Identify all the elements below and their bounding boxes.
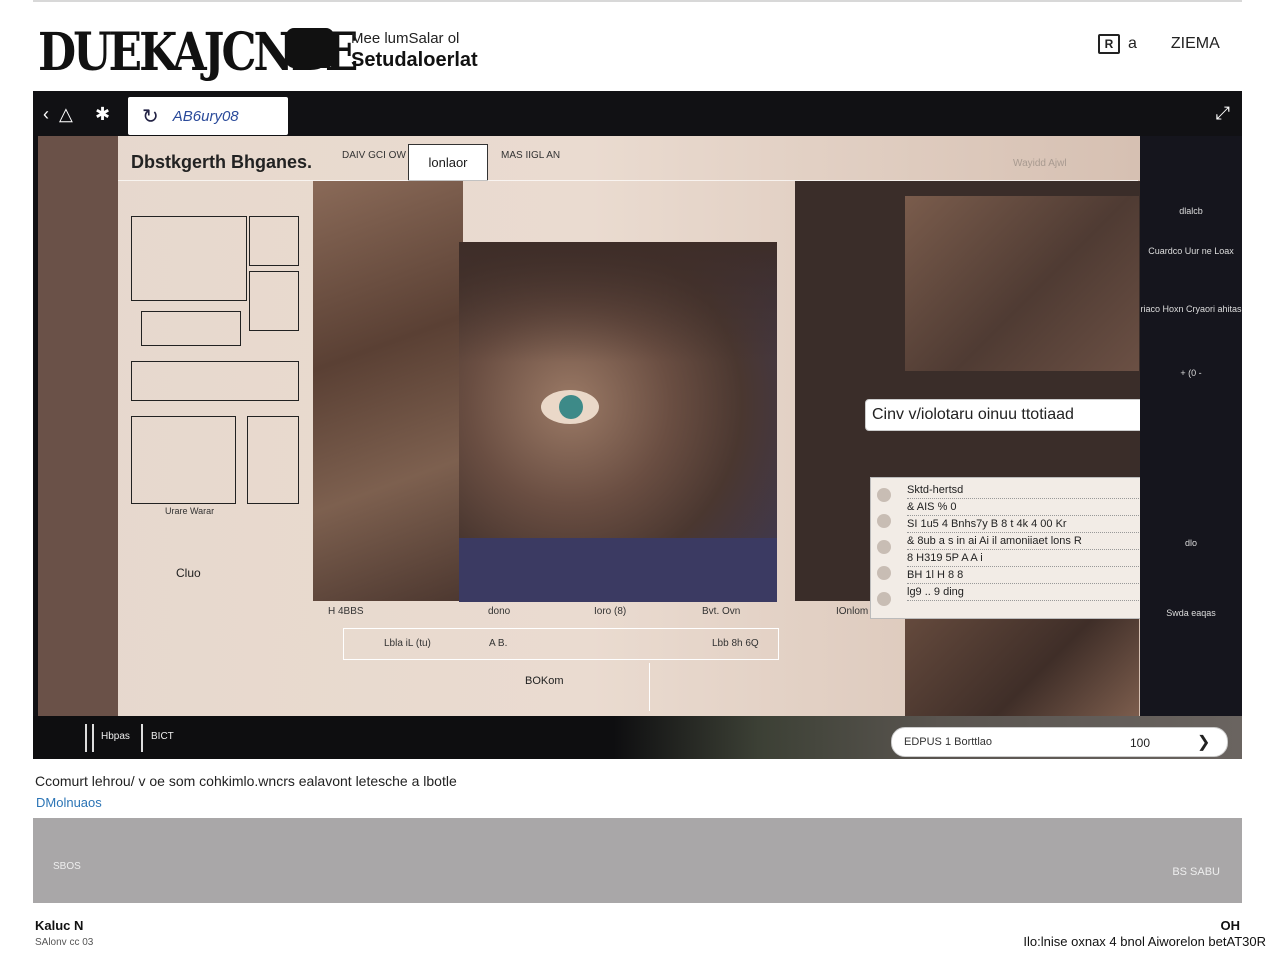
mini-toolbar: Lbla iL (tu) A B. Lbb 8h 6Q	[343, 628, 779, 660]
bottom-label[interactable]: BICT	[151, 731, 174, 742]
artwork-iris	[559, 395, 583, 419]
footer-right-text: Ilo:lnise oxnax 4 bnol Aiworelon betAT30…	[1023, 934, 1266, 949]
back-icon[interactable]: ‹	[43, 104, 49, 124]
sheet-cell	[249, 271, 299, 331]
note-card: Sktd-hertsd & AIS % 0 SI 1u5 4 Bnhs7y B …	[870, 477, 1145, 619]
sheet-cell	[131, 216, 247, 301]
site-title: Setudaloerlat	[351, 49, 478, 71]
artwork-thumb-top[interactable]	[905, 196, 1139, 371]
settings-icon[interactable]: ✱	[95, 104, 110, 124]
note-line: & 8ub a s in ai Ai il amoniiaet lons R	[907, 533, 1143, 550]
panel-label: Bvt. Ovn	[702, 606, 741, 617]
right-rail-item[interactable]: dlalcb	[1140, 206, 1242, 217]
ad-band: SBOS BS SABU	[33, 818, 1242, 903]
canvas-tab-active[interactable]: lonlaor	[408, 144, 488, 181]
panel-label: Ioro (8)	[594, 606, 627, 617]
right-rail-item[interactable]: + (0 -	[1140, 368, 1242, 379]
right-rail-item[interactable]: dlo	[1140, 538, 1242, 549]
zoom-row: BOKom	[343, 663, 650, 711]
search-text[interactable]: AB6ury08	[173, 108, 239, 125]
page-counter[interactable]: EDPUS 1 Borttlao 100 ❯	[891, 727, 1228, 757]
divider	[85, 724, 87, 752]
artwork-shirt	[459, 538, 777, 602]
right-rail-item[interactable]: riaco Hoxn Cryaori ahitas	[1140, 304, 1242, 315]
note-line: 8 H319 5P A A i	[907, 550, 1143, 567]
right-rail-item[interactable]: Cuardco Uur ne Loax	[1140, 246, 1242, 257]
caption-link[interactable]: DMolnuaos	[36, 795, 102, 810]
panel-label: H 4BBS	[328, 606, 364, 617]
page: DUEKAJCNBE Mee lumSalar ol Setudaloerlat…	[0, 0, 1280, 960]
right-rail-item[interactable]: Swda eaqas	[1140, 608, 1242, 619]
artwork-hair	[459, 242, 777, 362]
canvas-tab-right[interactable]: MAS IIGL AN	[501, 150, 560, 161]
account-label[interactable]: ZIEMA	[1171, 35, 1220, 53]
brand-logo[interactable]: DUEKAJCNBE	[38, 14, 358, 84]
sheet-cell	[249, 216, 299, 266]
account-area: R a ZIEMA	[1098, 34, 1220, 54]
top-divider	[33, 0, 1242, 2]
note-line: lg9 .. 9 ding	[907, 584, 1143, 601]
sheet-cell	[131, 416, 236, 504]
left-label: Cluo	[176, 566, 201, 580]
footer-right-title: OH	[1220, 918, 1241, 933]
divider	[92, 724, 94, 752]
footer-title: Kaluc N	[35, 918, 84, 933]
user-icon[interactable]: R	[1098, 34, 1120, 54]
note-line: & AIS % 0	[907, 499, 1143, 516]
note-lines: Sktd-hertsd & AIS % 0 SI 1u5 4 Bnhs7y B …	[907, 482, 1143, 601]
chevron-right-icon[interactable]: ❯	[1197, 732, 1210, 752]
note-bullets	[877, 488, 895, 618]
canvas-faint-label: Wayidd Ajwl	[1013, 158, 1067, 169]
canvas-left-strip	[38, 136, 118, 716]
refresh-icon[interactable]: ↻	[142, 104, 159, 129]
share-icon[interactable]: △	[59, 104, 73, 124]
canvas-tab-left[interactable]: DAIV GCI OW	[342, 150, 406, 161]
mini-toolbar-item[interactable]: Lbb 8h 6Q	[712, 638, 759, 649]
panel-label: IOnlom	[836, 606, 869, 617]
note-line: BH 1l H 8 8	[907, 567, 1143, 584]
counter-text: EDPUS 1 Borttlao	[904, 736, 993, 748]
sheet-cell	[247, 416, 299, 504]
viewer-search[interactable]: ↻ AB6ury08	[128, 97, 288, 135]
right-rail: dlalcb Cuardco Uur ne Loax riaco Hoxn Cr…	[1140, 136, 1242, 716]
image-viewer: ‹ △ ✱ ↻ AB6ury08 ⤢ Dbstkgerth Bhganes. D…	[33, 91, 1242, 759]
user-menu-label[interactable]: a	[1128, 35, 1137, 53]
panel-label: dono	[488, 606, 511, 617]
zoom-label[interactable]: BOKom	[525, 675, 564, 687]
canvas-title: Dbstkgerth Bhganes.	[131, 152, 313, 172]
viewer-toolbar: ‹ △ ✱ ↻ AB6ury08 ⤢	[33, 91, 1242, 137]
sheet-note: Urare Warar	[165, 506, 215, 516]
logo-mark	[286, 28, 334, 68]
artwork-panel-left	[313, 181, 463, 601]
sheet-cell	[141, 311, 241, 346]
sheet-cell	[131, 361, 299, 401]
divider	[141, 724, 143, 752]
band-left-label: SBOS	[53, 861, 81, 872]
panel-labels: H 4BBS dono Ioro (8) Bvt. Ovn IOnlom	[318, 606, 958, 626]
note-line: Sktd-hertsd	[907, 482, 1143, 499]
expand-icon[interactable]: ⤢	[1216, 103, 1230, 124]
mini-toolbar-item[interactable]: A B.	[489, 638, 507, 649]
artwork-main[interactable]	[459, 242, 777, 602]
sketch-sheet: Urare Warar	[131, 216, 301, 516]
note-line: SI 1u5 4 Bnhs7y B 8 t 4k 4 00 Kr	[907, 516, 1143, 533]
artwork-eye	[541, 390, 599, 424]
bottom-label[interactable]: Hbpas	[101, 731, 130, 742]
image-caption: Ccomurt lehrou/ v oe som cohkimlo.wncrs …	[35, 773, 457, 789]
mini-toolbar-item[interactable]: Lbla iL (tu)	[384, 638, 431, 649]
site-tagline: Mee lumSalar ol	[351, 30, 460, 47]
footer-subtitle: SAlonv cc 03	[35, 937, 94, 948]
counter-value: 100	[1130, 736, 1151, 750]
band-right-label: BS SABU	[1172, 866, 1220, 878]
